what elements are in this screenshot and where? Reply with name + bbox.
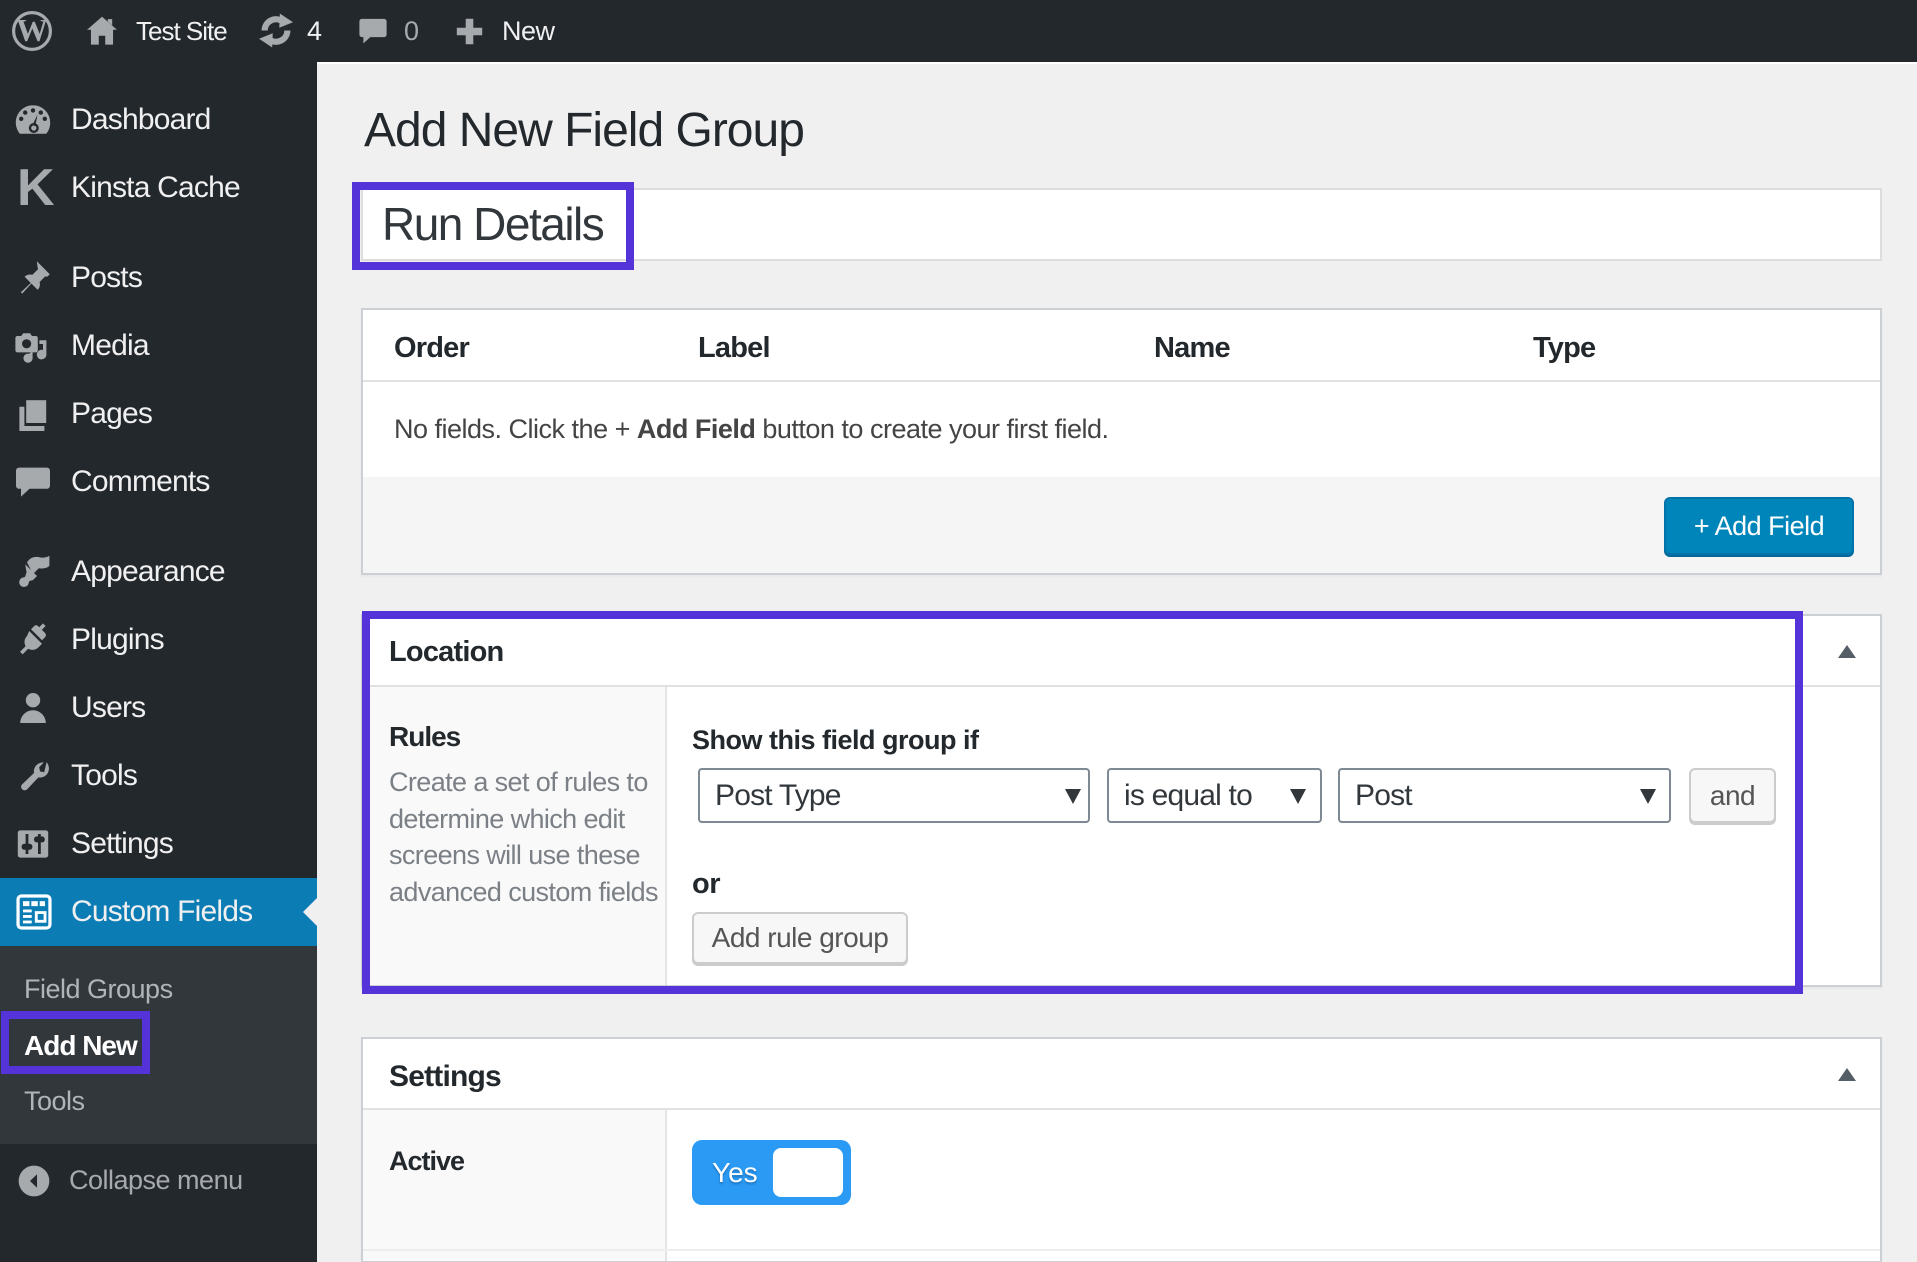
- svg-text:W: W: [16, 12, 48, 48]
